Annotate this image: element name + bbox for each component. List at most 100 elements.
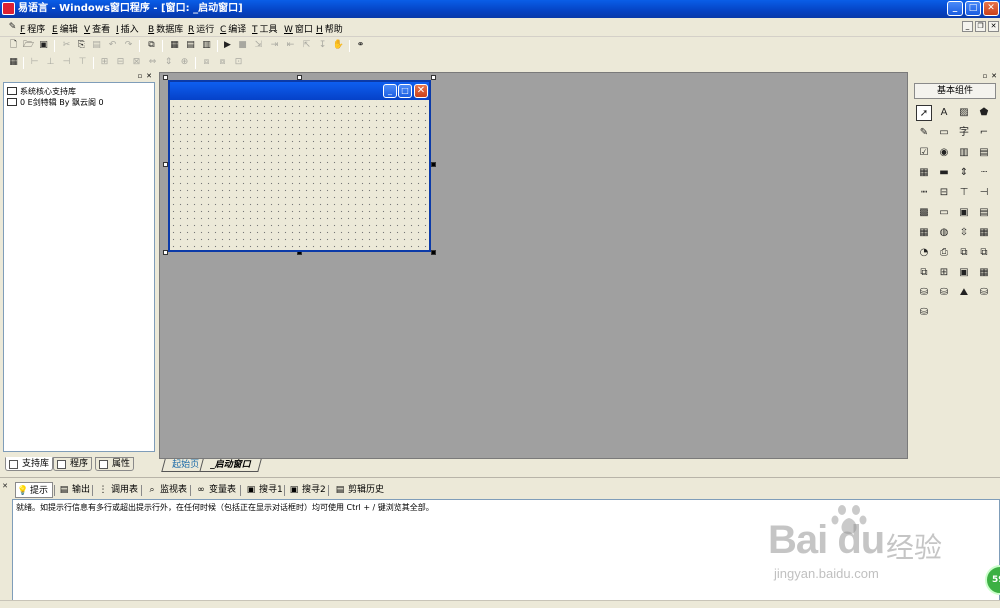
odbc2-icon[interactable]: ⛁ (916, 305, 932, 321)
menu-insert[interactable]: I 插入 (116, 22, 139, 35)
tab-variable-table[interactable]: ∞ 变量表 (195, 482, 236, 498)
button-icon[interactable]: ▭ (936, 205, 952, 221)
copy-icon[interactable]: ⎘ (75, 39, 88, 52)
hand-icon[interactable]: ✋ (332, 39, 345, 52)
lock-icon[interactable]: ⊡ (232, 56, 245, 69)
resize-handle[interactable] (431, 250, 436, 255)
slider-icon[interactable]: ┈ (976, 165, 992, 181)
picture-box-icon[interactable]: ▨ (956, 105, 972, 121)
tab-program[interactable]: 程序 (53, 457, 93, 471)
pointer-icon[interactable]: ➚ (916, 105, 932, 121)
close-button[interactable]: ✕ (983, 1, 999, 16)
tab-support-library[interactable]: 支持库 (5, 457, 54, 471)
sql-icon[interactable]: ⛁ (936, 285, 952, 301)
align-left-icon[interactable]: ⊢ (28, 56, 41, 69)
edit-box-icon[interactable]: ✎ (916, 125, 932, 141)
step-3-icon[interactable]: ⇤ (284, 39, 297, 52)
menu-icon[interactable]: ▣ (956, 205, 972, 221)
step-5-icon[interactable]: ↧ (316, 39, 329, 52)
library-tree[interactable]: 系统核心支持库 0 E剑特辑 By 飘云阁 0 (3, 82, 155, 452)
form-maximize-icon[interactable]: □ (398, 84, 412, 98)
tab-call-table[interactable]: ⋮ 调用表 (97, 482, 139, 498)
layout-1-icon[interactable]: ▦ (168, 39, 181, 52)
menu-edit[interactable]: E 编辑 (52, 22, 78, 35)
panel-close-icon[interactable]: ✕ (990, 72, 998, 80)
mdi-minimize-button[interactable]: _ (962, 21, 973, 32)
radio-icon[interactable]: ◉ (936, 145, 952, 161)
printer-icon[interactable]: ⎙ (936, 245, 952, 261)
form-title-bar[interactable]: _ □ ✕ (170, 82, 429, 100)
align-top-icon[interactable]: ⊤ (76, 56, 89, 69)
tab-search-2[interactable]: ▣ 搜寻2 (288, 482, 326, 498)
tab-properties[interactable]: 属性 (95, 457, 135, 471)
new-file-icon[interactable]: 🗋 (7, 39, 20, 52)
order-front-icon[interactable]: ⧈ (200, 56, 213, 69)
step-2-icon[interactable]: ⇥ (268, 39, 281, 52)
paste-icon[interactable]: ▤ (90, 39, 103, 52)
dialog-icon[interactable]: ▣ (956, 265, 972, 281)
tree-item-core-library[interactable]: 系统核心支持库 (7, 86, 76, 97)
ruler-icon[interactable]: ┉ (916, 185, 932, 201)
tab-hint[interactable]: 💡 提示 (15, 482, 54, 498)
form-close-icon[interactable]: ✕ (414, 84, 428, 98)
same-size-icon[interactable]: ⊠ (130, 56, 143, 69)
label-icon[interactable]: A (936, 105, 952, 121)
redo-icon[interactable]: ↷ (122, 39, 135, 52)
listbox-icon[interactable]: ▥ (956, 145, 972, 161)
mdi-restore-button[interactable]: ❐ (975, 21, 986, 32)
panel-close-icon[interactable]: ✕ (1, 480, 9, 493)
calendar-icon[interactable]: ▩ (916, 205, 932, 221)
form-designer[interactable]: _ □ ✕ (159, 72, 908, 459)
menu-run[interactable]: R 运行 (188, 22, 214, 35)
window-icon[interactable]: ▦ (976, 265, 992, 281)
line-icon[interactable]: ⌐ (976, 125, 992, 141)
layout-3-icon[interactable]: ▥ (200, 39, 213, 52)
tab-icon[interactable]: ⊟ (936, 185, 952, 201)
shape-icon[interactable]: ⬟ (976, 105, 992, 121)
text-icon[interactable]: 字 (956, 125, 972, 141)
pin-icon[interactable]: ▫ (981, 72, 989, 80)
same-height-icon[interactable]: ⊟ (114, 56, 127, 69)
minimize-button[interactable]: _ (947, 1, 963, 16)
globe-icon[interactable]: ◍ (936, 225, 952, 241)
chart-icon[interactable]: ⛰ (956, 285, 972, 301)
vscroll-icon[interactable]: ⇳ (956, 225, 972, 241)
frame-icon[interactable]: ▭ (936, 125, 952, 141)
find-icon[interactable]: ⧉ (145, 39, 158, 52)
combobox-icon[interactable]: ▤ (976, 145, 992, 161)
space-h-icon[interactable]: ⇔ (146, 56, 159, 69)
align-right-icon[interactable]: ⊣ (60, 56, 73, 69)
step-1-icon[interactable]: ⇲ (252, 39, 265, 52)
menu-view[interactable]: V 查看 (84, 22, 110, 35)
stop-icon[interactable]: ■ (236, 39, 249, 52)
form-minimize-icon[interactable]: _ (383, 84, 397, 98)
menu-database[interactable]: B 数据库 (148, 22, 183, 35)
order-back-icon[interactable]: ⧇ (216, 56, 229, 69)
mdi-close-button[interactable]: ✕ (988, 21, 999, 32)
binoculars-icon[interactable]: ⚭ (354, 39, 367, 52)
space-v-icon[interactable]: ⇕ (162, 56, 175, 69)
hint-output-area[interactable]: 就绪。如提示行信息有多行或超出提示行外，在任何时候（包括正在显示对话框时）均可使… (12, 499, 1000, 601)
table-icon[interactable]: ▦ (976, 225, 992, 241)
doc-icon[interactable]: ▤ (976, 205, 992, 221)
toolbar-icon[interactable]: ⊤ (956, 185, 972, 201)
resize-handle[interactable] (431, 162, 436, 167)
startup-form[interactable]: _ □ ✕ (168, 80, 431, 252)
menu-tools[interactable]: T 工具 (252, 22, 278, 35)
tab-watch-table[interactable]: ⌕ 监视表 (146, 482, 187, 498)
undo-icon[interactable]: ↶ (106, 39, 119, 52)
menu-program[interactable]: F 程序 (20, 22, 45, 35)
tab-search-1[interactable]: ▣ 搜寻1 (245, 482, 283, 498)
open-folder-icon[interactable]: 🗁 (22, 39, 35, 52)
pin-icon[interactable]: ▫ (136, 72, 144, 80)
client-icon[interactable]: ⧉ (916, 265, 932, 281)
menu-help[interactable]: H 帮助 (316, 22, 343, 35)
image-list-icon[interactable]: ▦ (916, 225, 932, 241)
menu-compile[interactable]: C 编译 (220, 22, 246, 35)
run-icon[interactable]: ▶ (221, 39, 234, 52)
network-icon[interactable]: ⧉ (976, 245, 992, 261)
data-source-icon[interactable]: ⧉ (956, 245, 972, 261)
tab-output[interactable]: ▤ 输出 (58, 482, 90, 498)
timer-icon[interactable]: ◔ (916, 245, 932, 261)
grid-toggle-icon[interactable]: ▦ (7, 56, 20, 69)
